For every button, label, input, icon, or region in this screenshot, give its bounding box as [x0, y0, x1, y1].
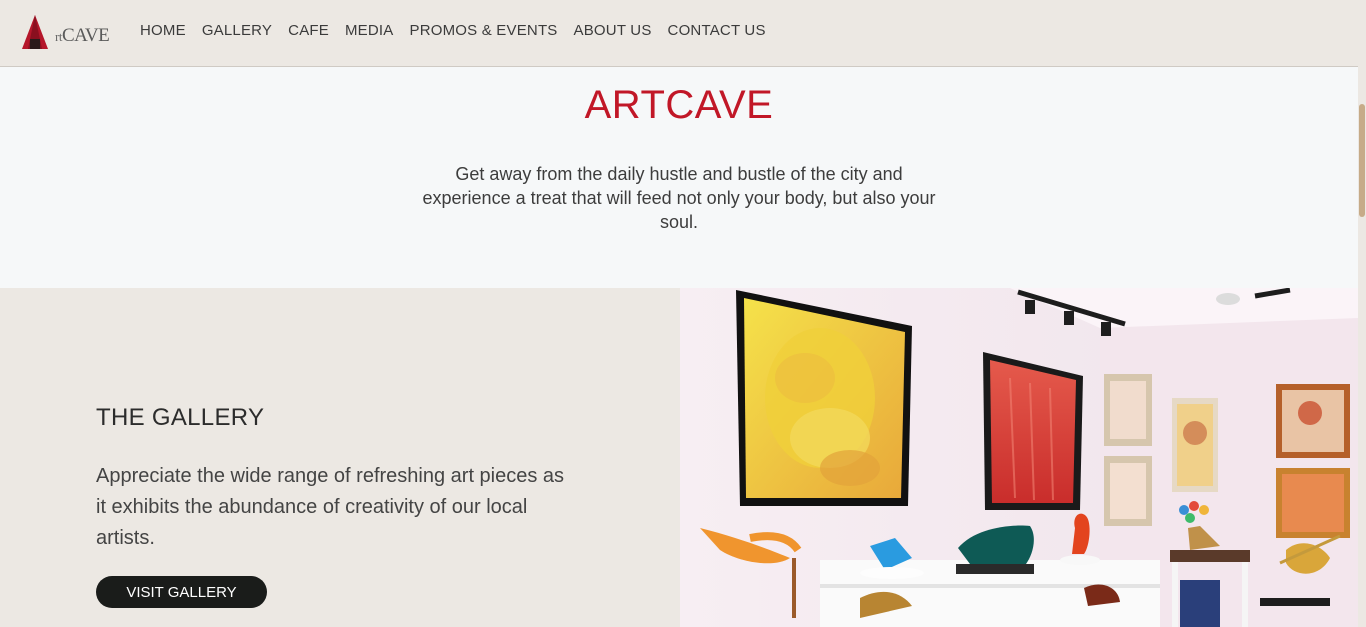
nav-about-us[interactable]: ABOUT US [574, 22, 652, 39]
page-scrollbar[interactable] [1358, 0, 1366, 627]
gallery-section: THE GALLERY Appreciate the wide range of… [0, 288, 1358, 627]
nav-media[interactable]: MEDIA [345, 22, 394, 39]
gallery-title: THE GALLERY [96, 404, 265, 431]
nav-home[interactable]: HOME [140, 22, 186, 39]
hero-description: Get away from the daily hustle and bustl… [422, 164, 936, 232]
visit-gallery-button[interactable]: VISIT GALLERY [96, 576, 267, 608]
nav-cafe[interactable]: CAFE [288, 22, 329, 39]
scrollbar-thumb[interactable] [1359, 104, 1365, 217]
site-header: rtCAVE HOME GALLERY CAFE MEDIA PROMOS & … [0, 0, 1358, 67]
nav-promos-events[interactable]: PROMOS & EVENTS [409, 22, 557, 39]
nav-contact-us[interactable]: CONTACT US [668, 22, 766, 39]
nav-gallery[interactable]: GALLERY [202, 22, 272, 39]
hero-title: ARTCAVE [584, 83, 774, 127]
logo-a-icon [22, 15, 48, 49]
main-nav: HOME GALLERY CAFE MEDIA PROMOS & EVENTS … [140, 22, 766, 39]
logo-text: rtCAVE [55, 25, 110, 46]
gallery-interior-photo [680, 288, 1358, 627]
hero-section: ARTCAVE Get away from the daily hustle a… [0, 67, 1358, 288]
gallery-description: Appreciate the wide range of refreshing … [96, 465, 565, 549]
artcave-logo[interactable]: rtCAVE [22, 13, 114, 51]
